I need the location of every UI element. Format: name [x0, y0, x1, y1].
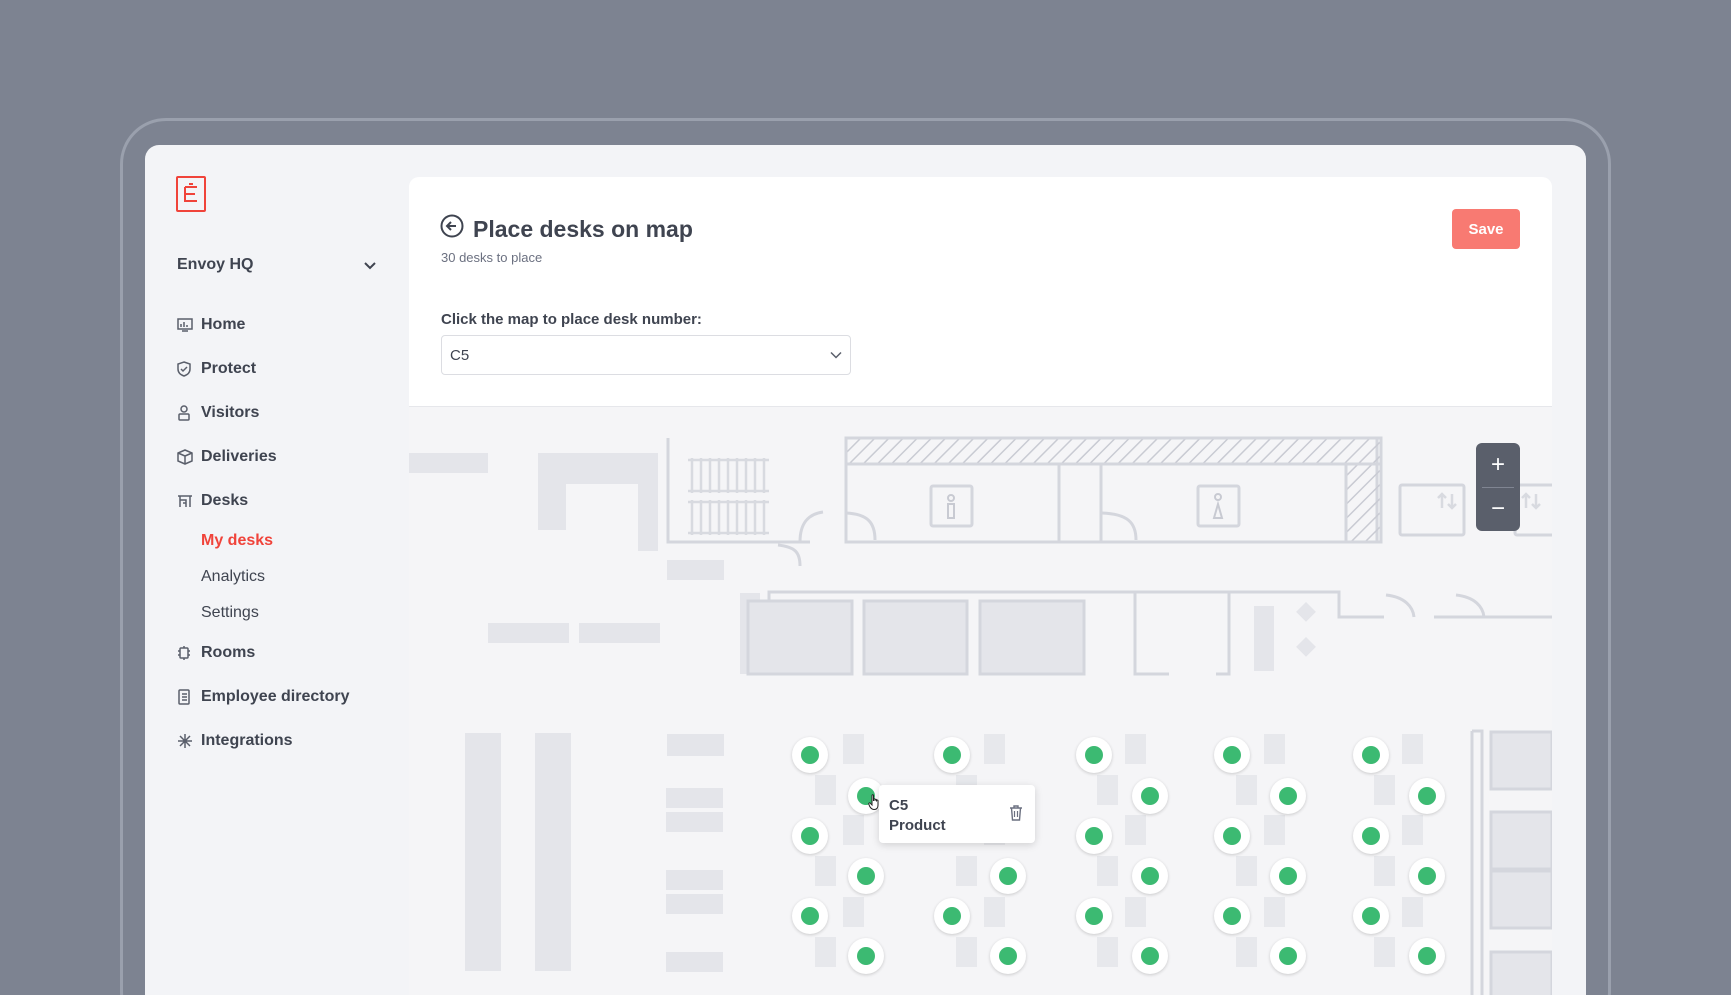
tooltip-desk-team: Product [889, 817, 946, 834]
sidebar-item-label: Rooms [201, 644, 256, 661]
page-header: Place desks on map 30 desks to place Sav… [409, 177, 1552, 407]
desk-marker[interactable] [990, 858, 1026, 894]
location-selector[interactable]: Envoy HQ [177, 253, 377, 277]
directory-icon [177, 688, 201, 706]
desk-marker[interactable] [1214, 737, 1250, 773]
sidebar-item-deliveries[interactable]: Deliveries [177, 435, 397, 479]
desk-marker[interactable] [1270, 778, 1306, 814]
back-button[interactable] [440, 214, 464, 238]
desk-marker[interactable] [1409, 938, 1445, 974]
desk-marker[interactable] [1214, 818, 1250, 854]
desk-marker[interactable] [1409, 778, 1445, 814]
desk-marker[interactable] [934, 737, 970, 773]
desk-marker[interactable] [1132, 858, 1168, 894]
desk-marker[interactable] [1132, 778, 1168, 814]
desk-marker[interactable] [1353, 818, 1389, 854]
visitor-icon [177, 404, 201, 422]
desk-marker[interactable] [1076, 818, 1112, 854]
desk-marker[interactable] [848, 858, 884, 894]
integrations-icon [177, 732, 201, 750]
desk-marker[interactable] [1132, 938, 1168, 974]
envoy-logo [176, 176, 206, 212]
tooltip-desk-name: C5 [889, 797, 909, 814]
floor-map[interactable]: C5 Product + − [409, 408, 1552, 995]
desk-icon [177, 492, 201, 510]
zoom-out-button[interactable]: − [1476, 487, 1520, 531]
arrow-left-icon [440, 214, 464, 238]
page-title: Place desks on map [473, 216, 693, 242]
desk-marker[interactable] [1353, 898, 1389, 934]
sidebar-item-home[interactable]: Home [177, 303, 397, 347]
sidebar-item-visitors[interactable]: Visitors [177, 391, 397, 435]
sidebar: Envoy HQ Home Protect Visitors Deliverie… [145, 145, 409, 995]
sidebar-item-label: Home [201, 316, 246, 333]
desk-marker[interactable] [1076, 898, 1112, 934]
desk-marker[interactable] [1409, 858, 1445, 894]
app-window: Envoy HQ Home Protect Visitors Deliverie… [145, 145, 1586, 995]
package-icon [177, 448, 201, 466]
rooms-icon [177, 644, 201, 662]
trash-icon[interactable] [1009, 805, 1023, 821]
desk-select-label: Click the map to place desk number: [441, 311, 702, 328]
desk-marker[interactable] [1214, 898, 1250, 934]
desk-number-select[interactable]: C5 [441, 335, 851, 375]
sidebar-item-integrations[interactable]: Integrations [177, 719, 397, 763]
sidebar-item-label: Protect [201, 360, 257, 377]
zoom-divider [1482, 487, 1514, 488]
sidebar-item-label: Visitors [201, 404, 260, 421]
desk-tooltip: C5 Product [879, 785, 1035, 843]
hand-cursor-icon [868, 794, 879, 811]
page-subtitle: 30 desks to place [441, 250, 543, 265]
sidebar-item-desks[interactable]: Desks [177, 479, 397, 523]
desk-marker[interactable] [792, 898, 828, 934]
save-button[interactable]: Save [1452, 209, 1520, 249]
sidebar-item-label: Employee directory [201, 688, 350, 705]
sidebar-item-label: Integrations [201, 732, 293, 749]
desk-marker[interactable] [792, 737, 828, 773]
desk-marker[interactable] [848, 938, 884, 974]
desk-marker[interactable] [990, 938, 1026, 974]
shield-icon [177, 360, 201, 378]
desk-marker[interactable] [1076, 737, 1112, 773]
desk-marker[interactable] [792, 818, 828, 854]
desk-marker[interactable] [1270, 938, 1306, 974]
zoom-control: + − [1476, 443, 1520, 531]
sidebar-item-label: Desks [201, 492, 249, 509]
sidebar-item-rooms[interactable]: Rooms [177, 631, 397, 675]
chevron-down-icon [364, 262, 376, 270]
sidebar-subitem-analytics[interactable]: Analytics [177, 559, 397, 595]
desk-marker[interactable] [934, 898, 970, 934]
sidebar-item-employee-directory[interactable]: Employee directory [177, 675, 397, 719]
location-name: Envoy HQ [177, 256, 254, 273]
chevron-down-icon [830, 351, 842, 359]
chart-icon [177, 316, 201, 334]
sidebar-item-protect[interactable]: Protect [177, 347, 397, 391]
desk-marker[interactable] [1353, 737, 1389, 773]
sidebar-subitem-my-desks[interactable]: My desks [177, 523, 397, 559]
desk-select-value: C5 [450, 346, 470, 364]
sidebar-nav: Home Protect Visitors Deliveries Desks M… [177, 303, 397, 763]
sidebar-item-label: Deliveries [201, 448, 277, 465]
zoom-in-button[interactable]: + [1476, 443, 1520, 487]
desk-marker[interactable] [1270, 858, 1306, 894]
main-panel: Place desks on map 30 desks to place Sav… [409, 177, 1552, 995]
sidebar-subitem-settings[interactable]: Settings [177, 595, 397, 631]
